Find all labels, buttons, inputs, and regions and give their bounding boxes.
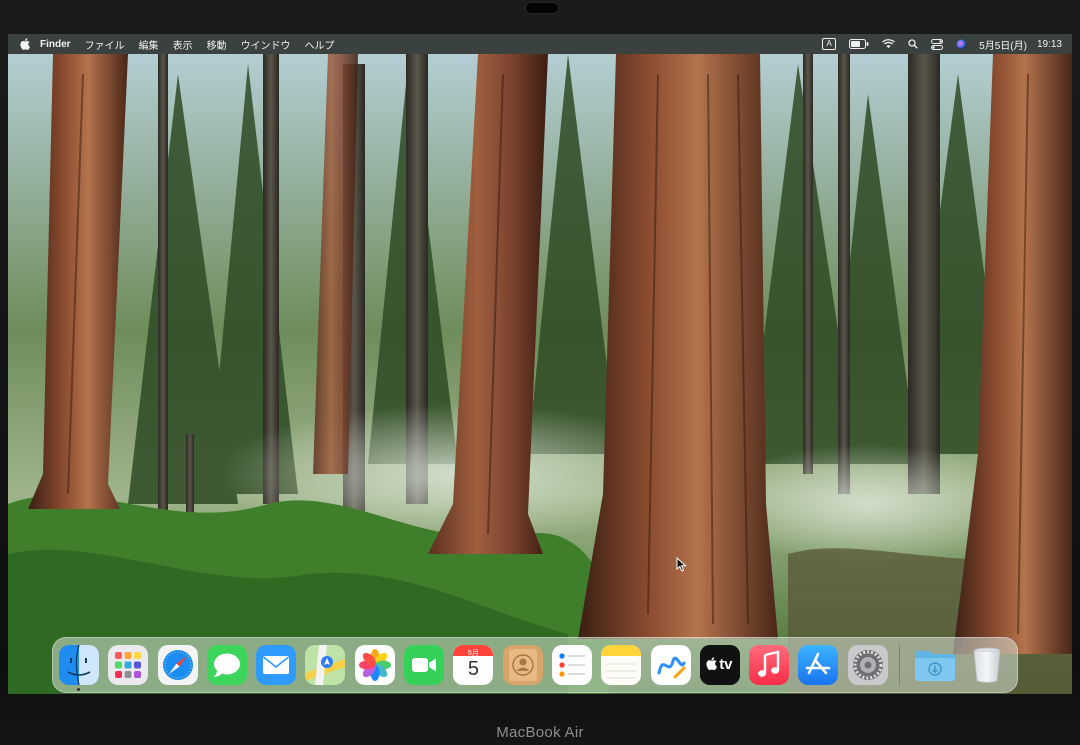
dock-notes[interactable]	[601, 645, 642, 685]
menu-go[interactable]: 移動	[207, 37, 227, 52]
desktop-screen[interactable]: Finder ファイル 編集 表示 移動 ウインドウ ヘルプ A 5月5日(月)…	[8, 34, 1072, 694]
mouse-pointer-icon	[676, 556, 687, 577]
dock-calendar[interactable]: 5月 5	[453, 645, 494, 685]
launchpad-icon	[108, 645, 149, 685]
menu-window[interactable]: ウインドウ	[241, 37, 291, 52]
dock-freeform[interactable]	[650, 645, 691, 685]
freeform-icon	[650, 645, 691, 685]
desktop-wallpaper	[8, 34, 1072, 694]
menu-edit[interactable]: 編集	[139, 37, 159, 52]
dock-mail[interactable]	[256, 645, 297, 685]
photos-icon	[354, 645, 395, 685]
dock-trash[interactable]	[967, 645, 1007, 685]
menubar-clock[interactable]: 19:13	[1037, 39, 1062, 50]
menu-view[interactable]: 表示	[173, 37, 193, 52]
dock-separator	[899, 645, 901, 685]
dock-finder[interactable]	[59, 645, 99, 685]
dock-music[interactable]	[749, 645, 790, 685]
finder-running-indicator	[77, 688, 80, 691]
calendar-month: 5月	[467, 650, 479, 657]
battery-icon[interactable]	[849, 39, 869, 49]
camera-notch	[524, 1, 560, 15]
reminders-icon	[551, 645, 592, 685]
menubar-date[interactable]: 5月5日(月)	[979, 37, 1027, 52]
dock-reminders[interactable]	[551, 645, 592, 685]
status-area: A 5月5日(月) 19:13	[809, 34, 1072, 54]
dock-photos[interactable]	[354, 645, 395, 685]
menu-bar: Finder ファイル 編集 表示 移動 ウインドウ ヘルプ A 5月5日(月)…	[8, 34, 1072, 54]
spotlight-search-icon[interactable]	[908, 39, 918, 49]
wifi-icon[interactable]	[882, 39, 896, 49]
download-folder-icon	[915, 651, 956, 681]
mail-icon	[256, 645, 297, 685]
dock-maps[interactable]	[305, 645, 346, 685]
menu-file[interactable]: ファイル	[85, 37, 125, 52]
dock-messages[interactable]	[206, 645, 247, 685]
gear-icon	[847, 645, 888, 685]
siri-icon[interactable]	[956, 39, 967, 50]
dock-safari[interactable]	[157, 645, 198, 685]
calendar-day: 5	[467, 658, 479, 680]
app-store-icon	[798, 645, 839, 685]
dock-app-store[interactable]	[798, 645, 839, 685]
menu-help[interactable]: ヘルプ	[305, 37, 335, 52]
dock-facetime[interactable]	[404, 645, 445, 685]
safari-icon	[157, 645, 198, 685]
facetime-icon	[404, 645, 445, 685]
dock-downloads-folder[interactable]	[912, 645, 958, 685]
laptop-frame: Finder ファイル 編集 表示 移動 ウインドウ ヘルプ A 5月5日(月)…	[0, 0, 1080, 745]
apple-menu-icon[interactable]	[20, 38, 32, 50]
dock: 5月 5 tv	[52, 637, 1018, 693]
trash-icon	[973, 647, 1001, 683]
device-brand-label: MacBook Air	[496, 724, 584, 741]
dock-launchpad[interactable]	[108, 645, 149, 685]
dock-apple-tv[interactable]: tv	[699, 645, 740, 685]
notes-icon	[601, 645, 642, 685]
contacts-icon	[502, 645, 543, 685]
app-name-menu[interactable]: Finder	[40, 39, 71, 50]
messages-icon	[206, 645, 247, 685]
music-icon	[749, 645, 790, 685]
maps-icon	[305, 645, 346, 685]
dock-system-settings[interactable]	[847, 645, 888, 685]
finder-icon	[59, 645, 99, 685]
control-center-icon[interactable]	[931, 38, 944, 50]
dock-contacts[interactable]	[502, 645, 543, 685]
apple-tv-label: tv	[719, 656, 733, 673]
input-source-icon[interactable]: A	[822, 38, 837, 50]
